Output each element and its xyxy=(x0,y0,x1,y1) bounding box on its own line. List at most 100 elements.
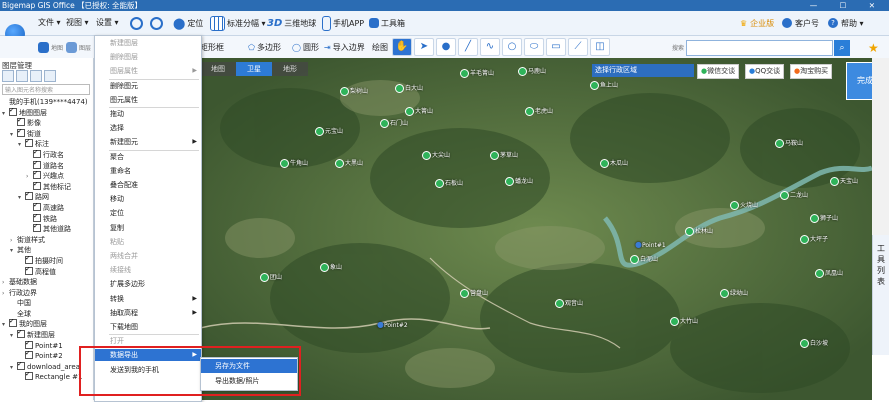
map-poi-mountain[interactable]: 元宝山 xyxy=(315,126,343,136)
layer-checkbox[interactable] xyxy=(33,149,41,158)
layer-tree-row[interactable]: › 行政边界 xyxy=(0,288,93,299)
window-controls[interactable]: — ☐ ✕ xyxy=(810,0,885,11)
map-poi-mountain[interactable]: 凤凰山 xyxy=(815,268,843,278)
area-icon[interactable]: ◫ xyxy=(590,38,610,56)
expand-arrow-icon[interactable]: ▾ xyxy=(10,130,17,140)
context-menu-item[interactable]: 图元属性 xyxy=(95,94,201,106)
qq-chat-button[interactable]: ●QQ交谈 xyxy=(745,64,785,79)
layer-tree-row[interactable]: ▾ 我的图层 xyxy=(0,319,93,330)
map-poi-mountain[interactable]: 茅草山 xyxy=(490,150,518,160)
layer-tree-row[interactable]: › 兴趣点 xyxy=(0,171,93,182)
layer-search-input[interactable]: 输入图元名称搜索 xyxy=(2,84,90,95)
layer-checkbox[interactable] xyxy=(25,255,33,264)
circle-select-button[interactable]: ◯ 圆形 xyxy=(292,39,319,55)
layer-checkbox[interactable] xyxy=(25,266,33,275)
layer-checkbox[interactable] xyxy=(33,213,41,222)
map-poi-mountain[interactable]: 天宝山 xyxy=(830,176,858,186)
map-poi-mountain[interactable]: 木瓜山 xyxy=(600,158,628,168)
mobile-app-button[interactable]: 手机APP xyxy=(322,15,364,31)
context-menu-item[interactable]: 删除图元 xyxy=(95,80,201,92)
layer-tree-row[interactable]: 影像 xyxy=(0,118,93,129)
right-scrollbar[interactable] xyxy=(872,58,889,235)
layer-tree-row[interactable]: › 街道样式 xyxy=(0,235,93,246)
locate-button[interactable]: ⬤ 定位 xyxy=(173,15,203,31)
expand-arrow-icon[interactable]: › xyxy=(2,289,9,299)
context-menu-item[interactable]: 定位 xyxy=(95,207,201,219)
context-menu-item[interactable]: 下载地图 xyxy=(95,321,201,333)
layer-tree-row[interactable]: ▾ 地图图层 xyxy=(0,107,93,119)
favorite-button[interactable]: ★ xyxy=(868,40,882,56)
layer-checkbox[interactable] xyxy=(9,319,17,328)
context-menu-item[interactable]: 选择 xyxy=(95,122,201,134)
map-point-2[interactable]: ●Point#2 xyxy=(377,320,408,329)
expand-arrow-icon[interactable]: ▾ xyxy=(10,246,17,256)
rectangle-draw-icon[interactable]: ▭ xyxy=(546,38,566,56)
context-menu-item[interactable]: 移动 xyxy=(95,193,201,205)
zoom-in-button[interactable] xyxy=(130,15,143,31)
map-poi-mountain[interactable]: 白大山 xyxy=(395,83,423,93)
tool-list-tab[interactable]: 工 具 列 表 xyxy=(872,235,889,355)
maximize-button[interactable]: ☐ xyxy=(840,1,857,10)
ruler-icon[interactable]: ⟋ xyxy=(568,38,588,56)
map-poi-mountain[interactable]: 白沙坡 xyxy=(800,338,828,348)
map-poi-mountain[interactable]: 绿坳山 xyxy=(720,288,748,298)
layer-checkbox[interactable] xyxy=(9,107,17,116)
layer-checkbox[interactable] xyxy=(33,171,41,180)
taobao-buy-button[interactable]: ●淘宝购买 xyxy=(790,64,833,79)
layer-checkbox[interactable] xyxy=(25,351,33,360)
polyline-icon[interactable]: ∿ xyxy=(480,38,500,56)
map-poi-mountain[interactable]: 石板山 xyxy=(435,178,463,188)
map-poi-mountain[interactable]: 松林山 xyxy=(685,226,713,236)
toolbox-button[interactable]: 工具箱 xyxy=(369,15,405,31)
grid-layer-icon[interactable] xyxy=(30,70,42,82)
map-poi-mountain[interactable]: 老虎山 xyxy=(525,106,553,116)
minimize-button[interactable]: — xyxy=(810,1,828,10)
map-poi-mountain[interactable]: 蟠龙山 xyxy=(505,176,533,186)
layer-tree-row[interactable]: 全球 xyxy=(0,309,93,320)
layer-checkbox[interactable] xyxy=(25,340,33,349)
close-button[interactable]: ✕ xyxy=(869,1,885,10)
map-poi-mountain[interactable]: 白泥山 xyxy=(630,254,658,264)
layer-checkbox[interactable] xyxy=(25,139,33,148)
tab-terrain[interactable]: 地形 xyxy=(272,62,308,76)
context-menu-item[interactable]: 两线合并 xyxy=(95,250,201,262)
layer-tree-row[interactable]: › 基础数据 xyxy=(0,277,93,288)
tab-satellite[interactable]: 卫星 xyxy=(236,62,272,76)
layer-tree-row[interactable]: ▾ 新建图层 xyxy=(0,330,93,341)
layer-checkbox[interactable] xyxy=(25,192,33,201)
map-point-1[interactable]: ●Point#1 xyxy=(635,240,666,249)
map-poi-mountain[interactable]: 大黑山 xyxy=(335,158,363,168)
line-icon[interactable]: ╱ xyxy=(458,38,478,56)
context-menu-item[interactable]: 抽取高程 ▶ xyxy=(95,307,201,319)
map-poi-mountain[interactable]: 象山 xyxy=(320,262,342,272)
hand-icon[interactable]: ✋ xyxy=(392,38,412,56)
help-button[interactable]: ? 帮助 ▾ xyxy=(828,15,864,31)
context-menu-item[interactable]: 重命名 xyxy=(95,165,201,177)
map-poi-mountain[interactable]: 马鹿山 xyxy=(518,66,546,76)
context-menu-item[interactable]: 拖动 xyxy=(95,108,201,120)
layer-checkbox[interactable] xyxy=(33,202,41,211)
region-select-button[interactable]: 选择行政区域 xyxy=(592,64,694,77)
map-poi-mountain[interactable]: 梨树山 xyxy=(340,86,368,96)
layer-tree-row[interactable]: 铁路 xyxy=(0,213,93,225)
map-poi-mountain[interactable]: 观音山 xyxy=(555,298,583,308)
context-menu-item[interactable]: 扩展多边形 xyxy=(95,278,201,290)
layer-tree-row[interactable]: 其他道路 xyxy=(0,224,93,235)
ellipse-icon[interactable]: ⬭ xyxy=(524,38,544,56)
menu-view[interactable]: 视图 ▾ xyxy=(66,16,89,30)
context-menu-item[interactable]: 转换 ▶ xyxy=(95,293,201,305)
layer-tree-row[interactable]: 拍摄时间 xyxy=(0,255,93,267)
map-poi-mountain[interactable]: 狮子山 xyxy=(810,213,838,223)
layer-tree-row[interactable]: 行政名 xyxy=(0,149,93,161)
standard-sheet-button[interactable]: 标准分幅 ▾ xyxy=(210,15,266,31)
find-layer-icon[interactable] xyxy=(44,70,56,82)
wechat-chat-button[interactable]: ●微信交谈 xyxy=(697,64,740,79)
select-arrow-icon[interactable]: ➤ xyxy=(414,38,434,56)
context-menu-item[interactable]: 新建图元 ▶ xyxy=(95,136,201,148)
map-poi-mountain[interactable]: 大坪子 xyxy=(800,234,828,244)
add-layer-icon[interactable] xyxy=(2,70,14,82)
context-menu-item[interactable]: 续接线 xyxy=(95,264,201,276)
search-input[interactable] xyxy=(686,40,833,56)
layer-tree-row[interactable]: 中国 xyxy=(0,298,93,309)
context-menu-item[interactable]: 粘贴 xyxy=(95,236,201,248)
